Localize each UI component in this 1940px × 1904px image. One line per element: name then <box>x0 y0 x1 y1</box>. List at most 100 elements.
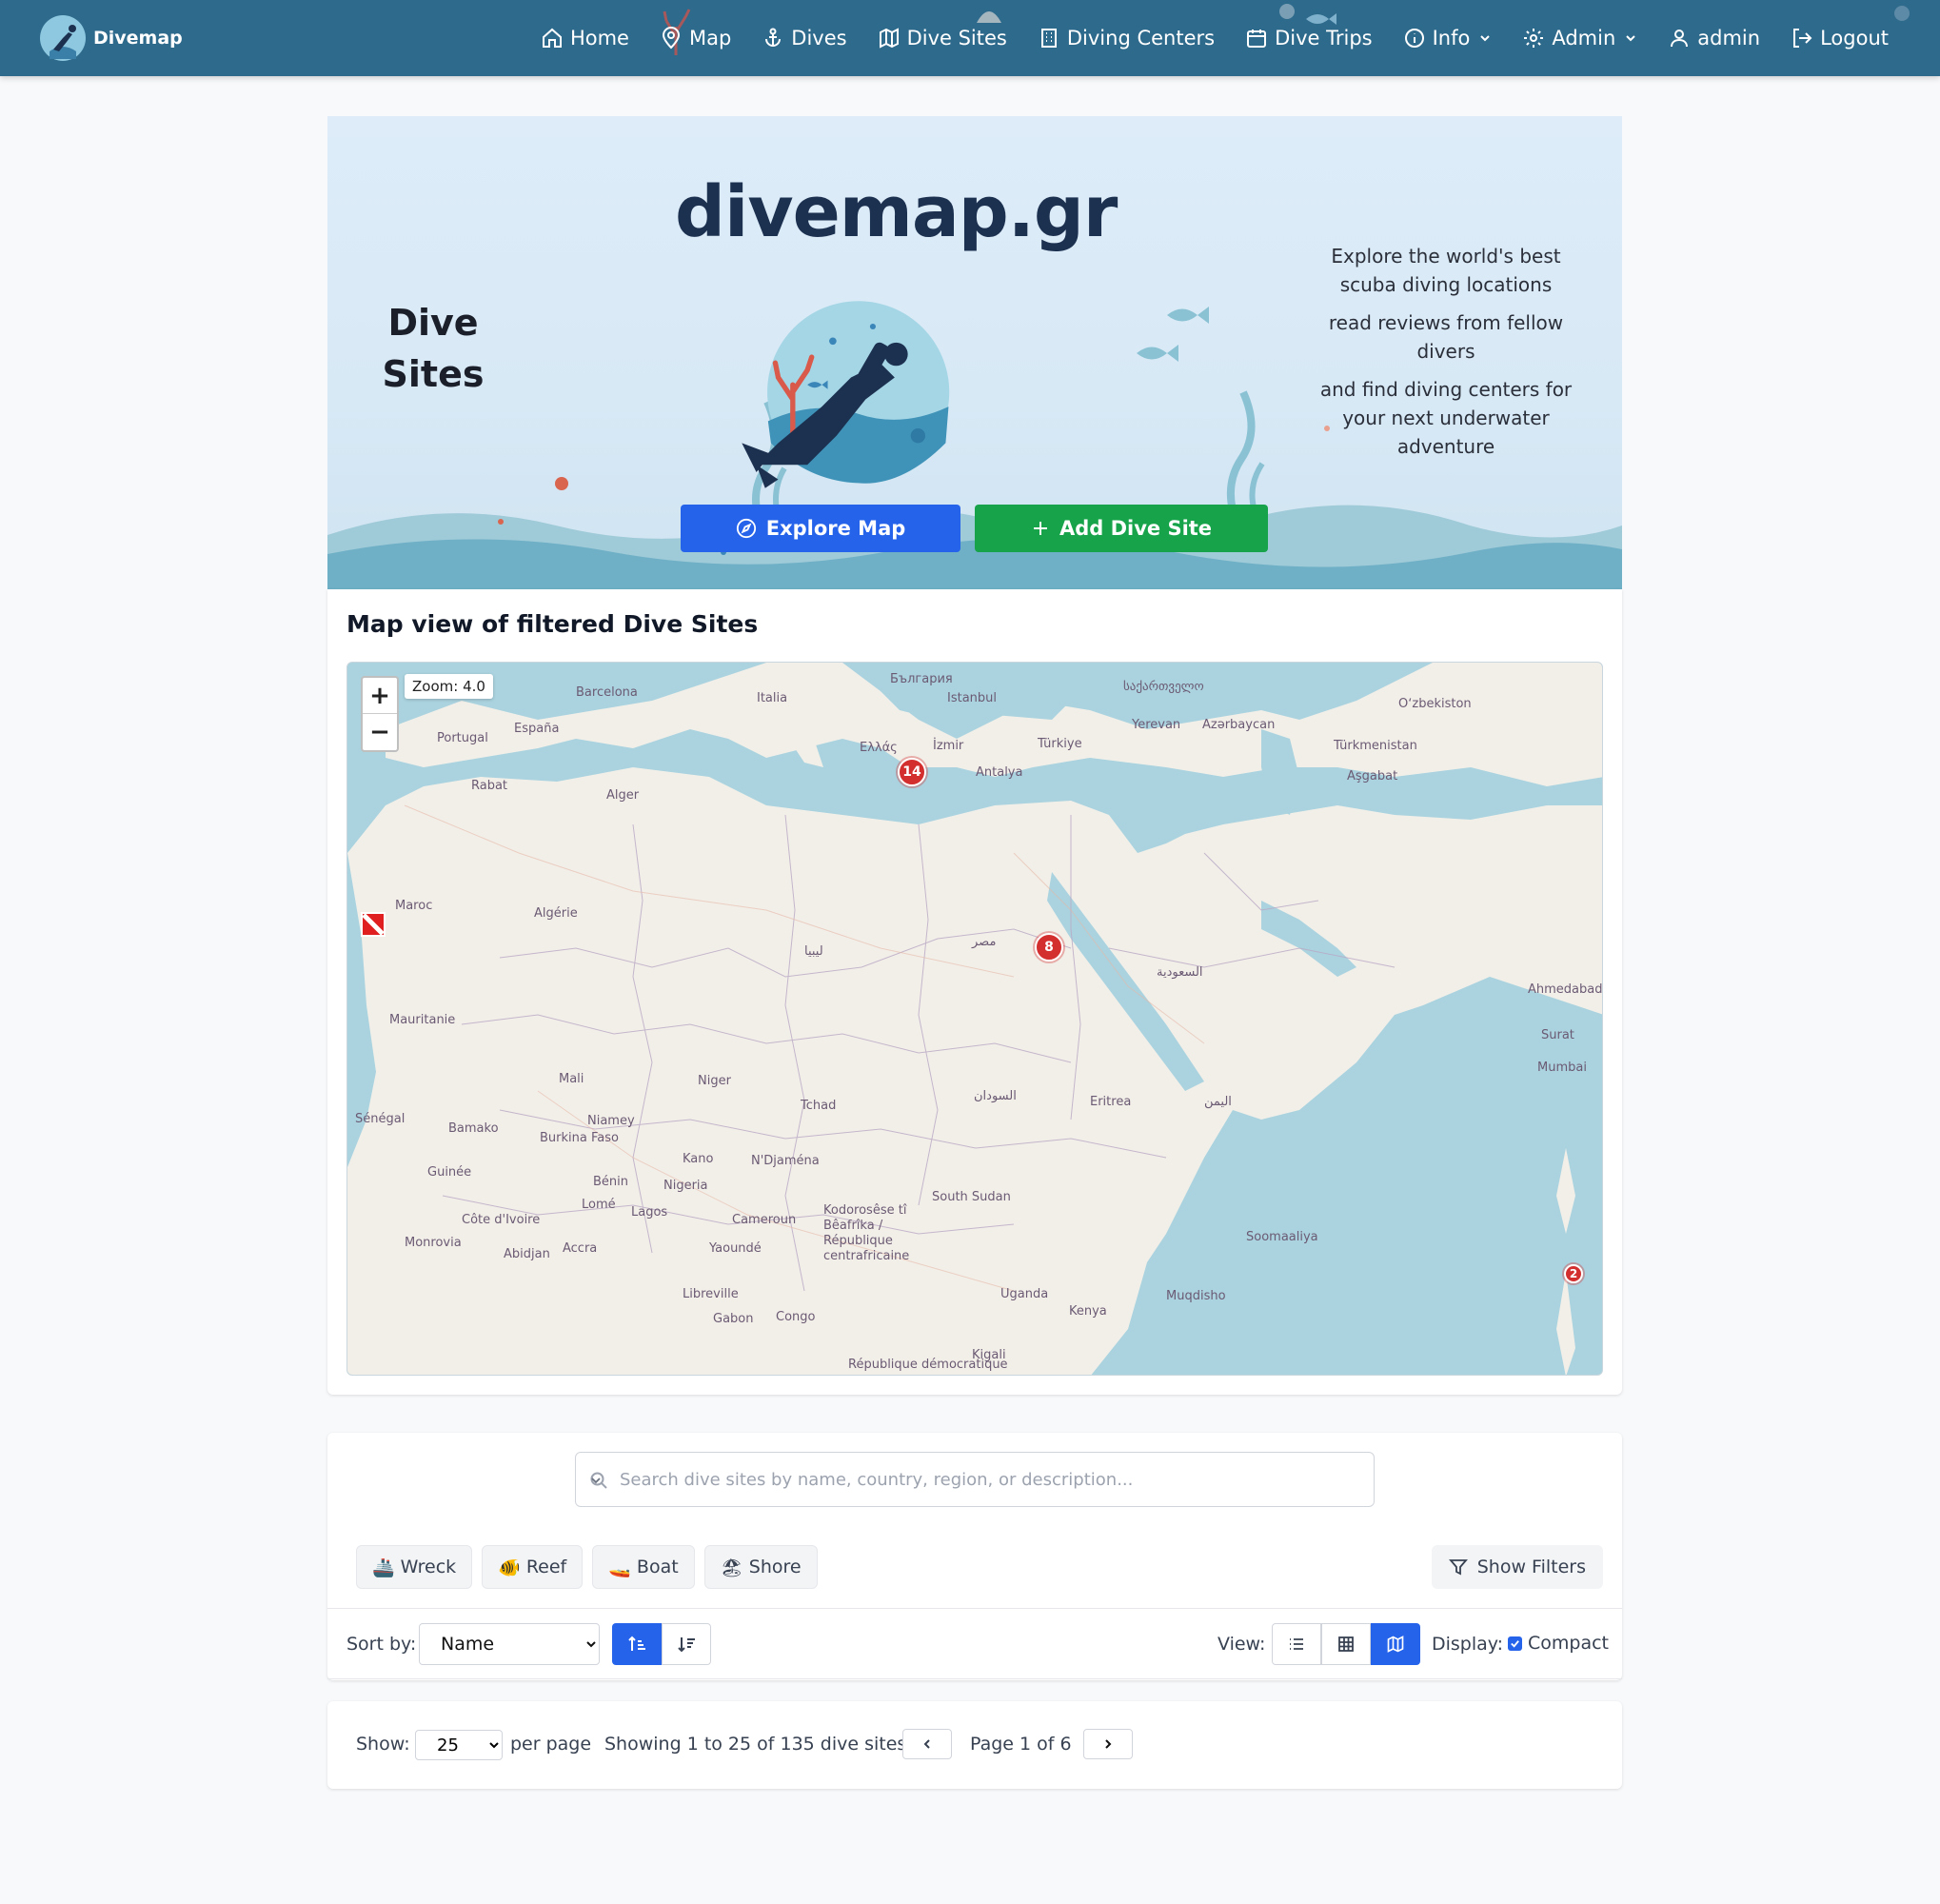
chip-label: Wreck <box>400 1557 457 1577</box>
filter-icon <box>1448 1559 1468 1576</box>
map-label: Ahmedabad <box>1528 982 1603 997</box>
view-map-button[interactable] <box>1371 1623 1420 1665</box>
page-indicator: Page 1 of 6 <box>970 1734 1072 1755</box>
anchor-icon <box>765 28 782 47</box>
map-label: Antalya <box>976 765 1023 780</box>
nav-diving-centers-label: Diving Centers <box>1066 27 1216 50</box>
nav-admin-label: Admin <box>1552 27 1616 50</box>
navbar: Divemap Home Map Dives Dive Sites Diving… <box>0 0 1940 76</box>
zoom-out-button[interactable]: − <box>363 714 397 750</box>
map-label: Gabon <box>713 1312 754 1326</box>
hero-description: Explore the world's best scuba diving lo… <box>1317 242 1574 470</box>
view-grid-button[interactable] <box>1321 1623 1371 1665</box>
map-label: Abidjan <box>504 1247 550 1261</box>
chip-wreck[interactable]: 🚢 Wreck <box>356 1545 473 1589</box>
nav-menu: Home Map Dives Dive Sites Diving Centers… <box>541 0 1889 76</box>
map-icon <box>879 28 899 49</box>
map-label: Niger <box>698 1074 731 1088</box>
nav-dive-trips-label: Dive Trips <box>1275 27 1373 50</box>
chip-boat[interactable]: 🚤 Boat <box>592 1545 695 1589</box>
nav-user[interactable]: admin <box>1668 27 1760 50</box>
nav-dive-sites[interactable]: Dive Sites <box>878 27 1007 50</box>
map-view[interactable]: Barcelona Italia България Istanbul საქარ… <box>346 662 1603 1376</box>
diver-logo-icon <box>40 15 86 61</box>
calendar-icon <box>1247 30 1267 48</box>
map-label: Lagos <box>631 1205 668 1220</box>
dive-flag-marker-icon[interactable] <box>361 912 386 937</box>
chevron-down-icon[interactable] <box>589 1474 603 1487</box>
nav-logout[interactable]: Logout <box>1791 27 1889 50</box>
map-label: España <box>514 722 560 736</box>
sort-ascending-icon <box>628 1636 645 1651</box>
map-label: Tchad <box>801 1099 837 1113</box>
sort-by-label: Sort by: <box>346 1634 417 1655</box>
next-page-button[interactable] <box>1083 1729 1133 1759</box>
nav-dives[interactable]: Dives <box>762 27 847 50</box>
filter-card: 🚢 Wreck 🐠 Reef 🚤 Boat 🏖 Shore Show Filte… <box>327 1433 1622 1680</box>
dive-site-cluster-marker[interactable]: 14 <box>898 758 926 786</box>
map-label: İzmir <box>933 739 964 753</box>
dive-site-cluster-marker[interactable]: 2 <box>1564 1264 1583 1283</box>
building-icon <box>1040 29 1057 48</box>
map-label: Congo <box>776 1310 816 1324</box>
previous-page-button[interactable] <box>902 1729 952 1759</box>
nav-dive-sites-label: Dive Sites <box>906 27 1007 50</box>
explore-map-button[interactable]: Explore Map <box>681 505 960 552</box>
map-label: Sénégal <box>355 1112 406 1126</box>
nav-user-label: admin <box>1697 27 1761 50</box>
chevron-down-icon <box>1626 35 1635 42</box>
compact-label: Compact <box>1528 1633 1609 1654</box>
sort-descending-button[interactable] <box>662 1623 711 1665</box>
map-label: Monrovia <box>405 1236 462 1250</box>
map-icon <box>1387 1636 1404 1653</box>
nav-home[interactable]: Home <box>541 27 629 50</box>
zoom-level-indicator: Zoom: 4.0 <box>405 674 493 699</box>
map-label: Bénin <box>593 1175 629 1189</box>
map-label: Kano <box>683 1152 714 1166</box>
per-page-select[interactable]: 25 <box>415 1730 503 1760</box>
nav-map-label: Map <box>688 27 732 50</box>
nav-map[interactable]: Map <box>660 27 731 50</box>
dive-site-cluster-marker[interactable]: 8 <box>1035 933 1063 962</box>
explore-map-label: Explore Map <box>765 517 906 540</box>
map-label: Cameroun <box>732 1213 797 1227</box>
results-summary: Showing 1 to 25 of 135 dive sites <box>604 1734 907 1755</box>
boat-icon: 🚤 <box>608 1557 631 1578</box>
nav-info[interactable]: Info <box>1403 27 1493 50</box>
map-label: اليمن <box>1204 1095 1232 1109</box>
search-box[interactable] <box>575 1452 1375 1507</box>
map-title: Map view of filtered Dive Sites <box>346 610 759 638</box>
nav-diving-centers[interactable]: Diving Centers <box>1038 27 1215 50</box>
chip-reef[interactable]: 🐠 Reef <box>482 1545 584 1589</box>
search-input[interactable] <box>620 1462 1324 1497</box>
view-list-button[interactable] <box>1272 1623 1321 1665</box>
nav-info-label: Info <box>1432 27 1471 50</box>
hero-logo-text: divemap.gr <box>675 171 1118 253</box>
zoom-in-button[interactable]: + <box>363 678 397 714</box>
nav-dive-trips[interactable]: Dive Trips <box>1245 27 1373 50</box>
grid-icon <box>1338 1636 1354 1652</box>
show-filters-button[interactable]: Show Filters <box>1431 1545 1603 1589</box>
map-label: България <box>890 672 953 686</box>
chevron-right-icon <box>1105 1739 1112 1749</box>
map-label: Burkina Faso <box>540 1131 619 1145</box>
map-label: Soomaaliya <box>1246 1230 1318 1244</box>
sort-ascending-button[interactable] <box>612 1623 662 1665</box>
chip-shore[interactable]: 🏖 Shore <box>703 1545 818 1589</box>
map-label: السودان <box>974 1089 1017 1103</box>
map-label: République démocratique <box>848 1358 1008 1372</box>
map-label: Barcelona <box>576 685 638 700</box>
sort-field-select[interactable]: Name <box>419 1623 600 1665</box>
nav-admin[interactable]: Admin <box>1522 27 1637 50</box>
show-filters-label: Show Filters <box>1476 1557 1586 1577</box>
compact-checkbox[interactable]: Compact <box>1508 1633 1609 1654</box>
chip-label: Shore <box>748 1557 802 1577</box>
brand[interactable]: Divemap <box>38 13 183 63</box>
checkbox-checked-icon <box>1508 1636 1522 1651</box>
map-label: Niamey <box>587 1114 635 1128</box>
gear-icon <box>1524 29 1544 48</box>
add-dive-site-button[interactable]: Add Dive Site <box>975 505 1268 552</box>
zoom-controls: + − <box>361 676 399 752</box>
show-label: Show: <box>356 1734 410 1755</box>
map-pin-icon <box>662 27 680 50</box>
